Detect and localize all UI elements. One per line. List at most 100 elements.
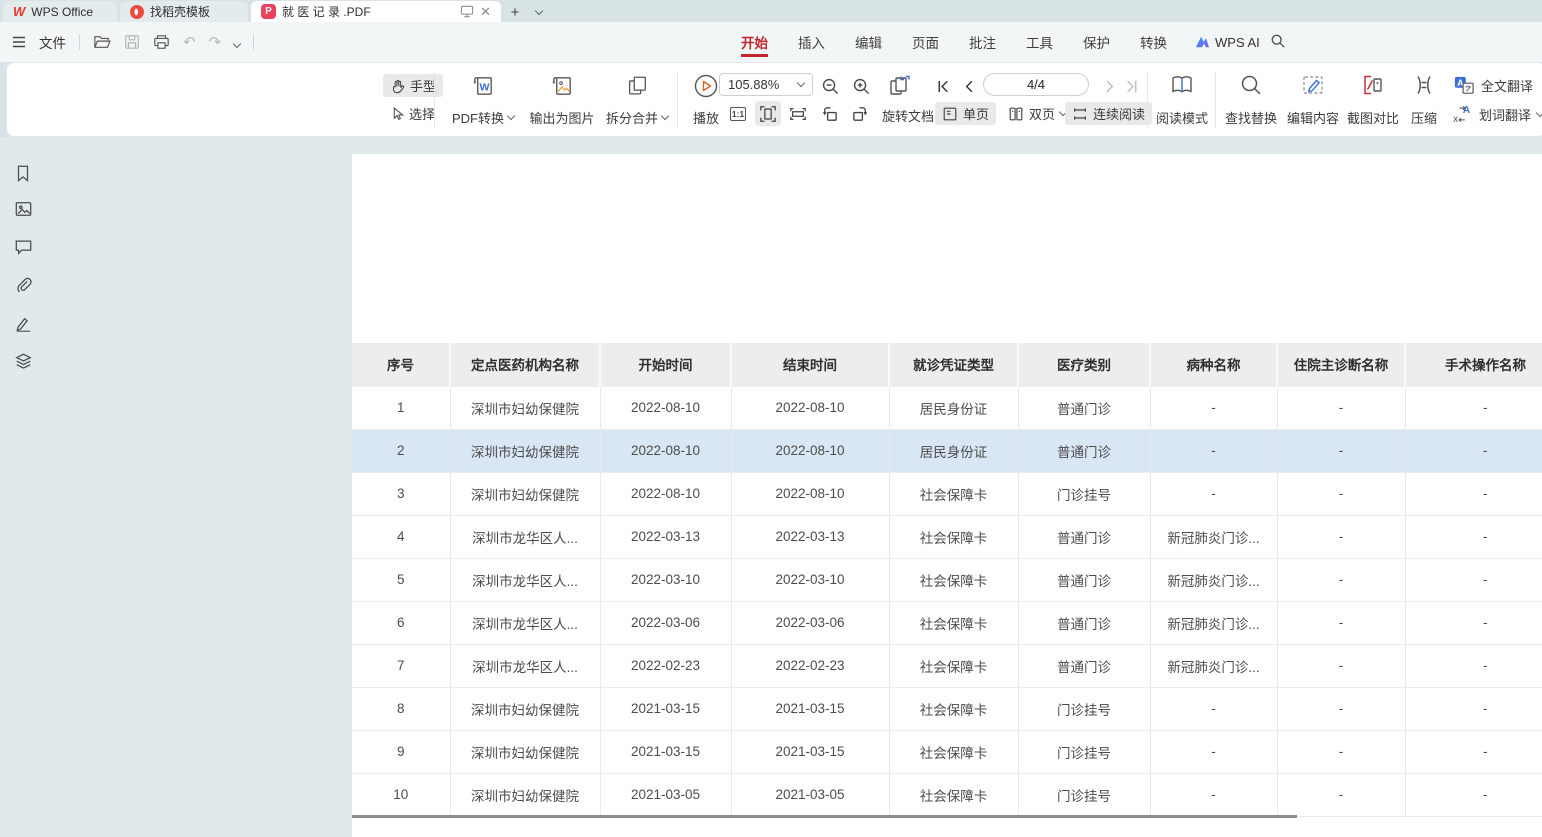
table-cell: 普通门诊 (1018, 601, 1150, 644)
first-page-button[interactable] (935, 78, 952, 95)
comment-panel-button[interactable] (12, 236, 34, 258)
next-page-button[interactable] (1101, 78, 1118, 95)
table-cell: - (1405, 730, 1542, 773)
fit-width-button[interactable] (785, 101, 811, 126)
quick-access-dropdown-icon[interactable] (234, 35, 240, 50)
continuous-read-button[interactable]: 连续阅读 (1065, 102, 1152, 125)
find-replace-button[interactable]: 查找替换 (1221, 70, 1281, 130)
single-page-button[interactable]: 单页 (935, 102, 996, 125)
table-cell: - (1150, 429, 1277, 472)
actual-size-button[interactable]: 1:1 (725, 101, 751, 126)
table-cell: 深圳市龙华区人... (450, 601, 600, 644)
prev-page-button[interactable] (961, 78, 978, 95)
new-tab-icon[interactable]: + (505, 2, 525, 22)
table-cell: - (1405, 429, 1542, 472)
double-page-button[interactable]: 双页 (1001, 102, 1073, 125)
wps-ai-button[interactable]: WPS AI (1194, 22, 1260, 62)
menu-item[interactable]: 开始 (741, 22, 768, 62)
zoom-in-button[interactable] (852, 77, 871, 96)
medical-records-table: 序号定点医药机构名称开始时间结束时间就诊凭证类型医疗类别病种名称住院主诊断名称手… (352, 343, 1542, 817)
table-cell: - (1150, 730, 1277, 773)
table-cell: 居民身份证 (889, 386, 1018, 429)
pdf-file-icon: P (261, 4, 276, 19)
tab-wps-office[interactable]: W WPS Office (3, 1, 117, 22)
tab-label: WPS Office (31, 5, 93, 19)
hamburger-icon[interactable] (12, 36, 26, 48)
bookmark-panel-button[interactable] (12, 162, 34, 184)
wps-office-window: W WPS Office 找稻壳模板 P 就 医 记 录 .PDF ✕ + 文 (0, 0, 1542, 837)
tab-docer-templates[interactable]: 找稻壳模板 (120, 1, 248, 22)
table-header-cell: 定点医药机构名称 (450, 343, 600, 386)
layers-panel-button[interactable] (12, 350, 34, 372)
undo-icon[interactable]: ↶ (183, 33, 196, 51)
svg-text:W: W (479, 81, 489, 93)
compress-button[interactable]: 压缩 (1403, 70, 1445, 130)
bookmark-icon (14, 164, 32, 183)
menu-item[interactable]: 保护 (1083, 22, 1110, 62)
record-table-body: 1深圳市妇幼保健院2022-08-102022-08-10居民身份证普通门诊--… (352, 386, 1542, 816)
fit-page-button[interactable] (755, 101, 781, 126)
menu-item[interactable]: 批注 (969, 22, 996, 62)
pdf-convert-button[interactable]: W PDF转换 (445, 70, 521, 130)
page-indicator-input[interactable]: 4/4 (983, 73, 1089, 96)
tab-document[interactable]: P 就 医 记 录 .PDF ✕ (251, 1, 501, 22)
close-icon[interactable]: ✕ (480, 4, 491, 20)
table-cell: - (1150, 386, 1277, 429)
word-translate-button[interactable]: xA 划词翻译 (1451, 103, 1542, 125)
split-merge-button[interactable]: 拆分合并 (601, 70, 673, 130)
file-menu[interactable]: 文件 (39, 32, 66, 52)
table-cell: - (1277, 730, 1405, 773)
paperclip-icon (14, 276, 33, 295)
table-cell: 普通门诊 (1018, 644, 1150, 687)
monitor-icon[interactable] (460, 5, 474, 18)
screenshot-compare-icon (1361, 73, 1385, 97)
redo-icon[interactable]: ↷ (209, 33, 222, 51)
wps-logo-icon: W (13, 4, 25, 19)
table-cell: 深圳市妇幼保健院 (450, 687, 600, 730)
rotate-right-button[interactable] (850, 104, 871, 124)
menu-item[interactable]: 转换 (1140, 22, 1167, 62)
zoom-out-button[interactable] (821, 77, 840, 96)
tab-label: 就 医 记 录 .PDF (282, 3, 371, 20)
zoom-level-select[interactable]: 105.88% (719, 73, 813, 96)
read-mode-button[interactable]: 阅读模式 (1153, 70, 1211, 130)
table-cell: 普通门诊 (1018, 515, 1150, 558)
signature-panel-button[interactable] (12, 312, 34, 334)
compress-icon (1412, 73, 1436, 97)
pdf-page: 序号定点医药机构名称开始时间结束时间就诊凭证类型医疗类别病种名称住院主诊断名称手… (352, 154, 1542, 837)
menu-bar: 文件 ↶ ↷ 开始插入编辑页面批注工具保护转换 WPS AI (0, 22, 1542, 62)
last-page-button[interactable] (1123, 78, 1140, 95)
table-cell: 门诊挂号 (1018, 472, 1150, 515)
rotate-right-icon (850, 104, 871, 124)
page-refresh-icon[interactable] (887, 73, 913, 99)
table-cell: - (1405, 687, 1542, 730)
thumbnail-panel-button[interactable] (12, 198, 34, 220)
screenshot-compare-button[interactable]: 截图对比 (1343, 70, 1403, 130)
table-cell: - (1150, 472, 1277, 515)
attachment-panel-button[interactable] (12, 274, 34, 296)
book-icon (1170, 73, 1194, 97)
print-icon[interactable] (153, 34, 170, 50)
table-cell: - (1277, 515, 1405, 558)
menu-item[interactable]: 页面 (912, 22, 939, 62)
table-cell: 2 (352, 429, 450, 472)
table-cell: 2022-03-10 (731, 558, 889, 601)
table-cell: - (1405, 472, 1542, 515)
table-cell: - (1150, 773, 1277, 816)
rotate-document-button[interactable]: 旋转文档 (875, 104, 941, 127)
rotate-left-button[interactable] (819, 104, 840, 124)
save-icon[interactable] (124, 34, 140, 50)
word-translate-icon: xA (1451, 104, 1473, 124)
menu-item[interactable]: 工具 (1026, 22, 1053, 62)
full-translate-button[interactable]: A 全文翻译 (1453, 74, 1533, 96)
edit-content-button[interactable]: 编辑内容 (1283, 70, 1343, 130)
cursor-icon (390, 106, 404, 121)
tab-list-dropdown-icon[interactable] (529, 2, 549, 22)
menu-search-icon[interactable] (1270, 33, 1286, 49)
menu-item[interactable]: 插入 (798, 22, 825, 62)
open-file-icon[interactable] (93, 34, 111, 50)
table-cell: - (1277, 472, 1405, 515)
export-image-button[interactable]: 输出为图片 (523, 70, 601, 130)
fit-width-icon (789, 105, 807, 123)
menu-item[interactable]: 编辑 (855, 22, 882, 62)
